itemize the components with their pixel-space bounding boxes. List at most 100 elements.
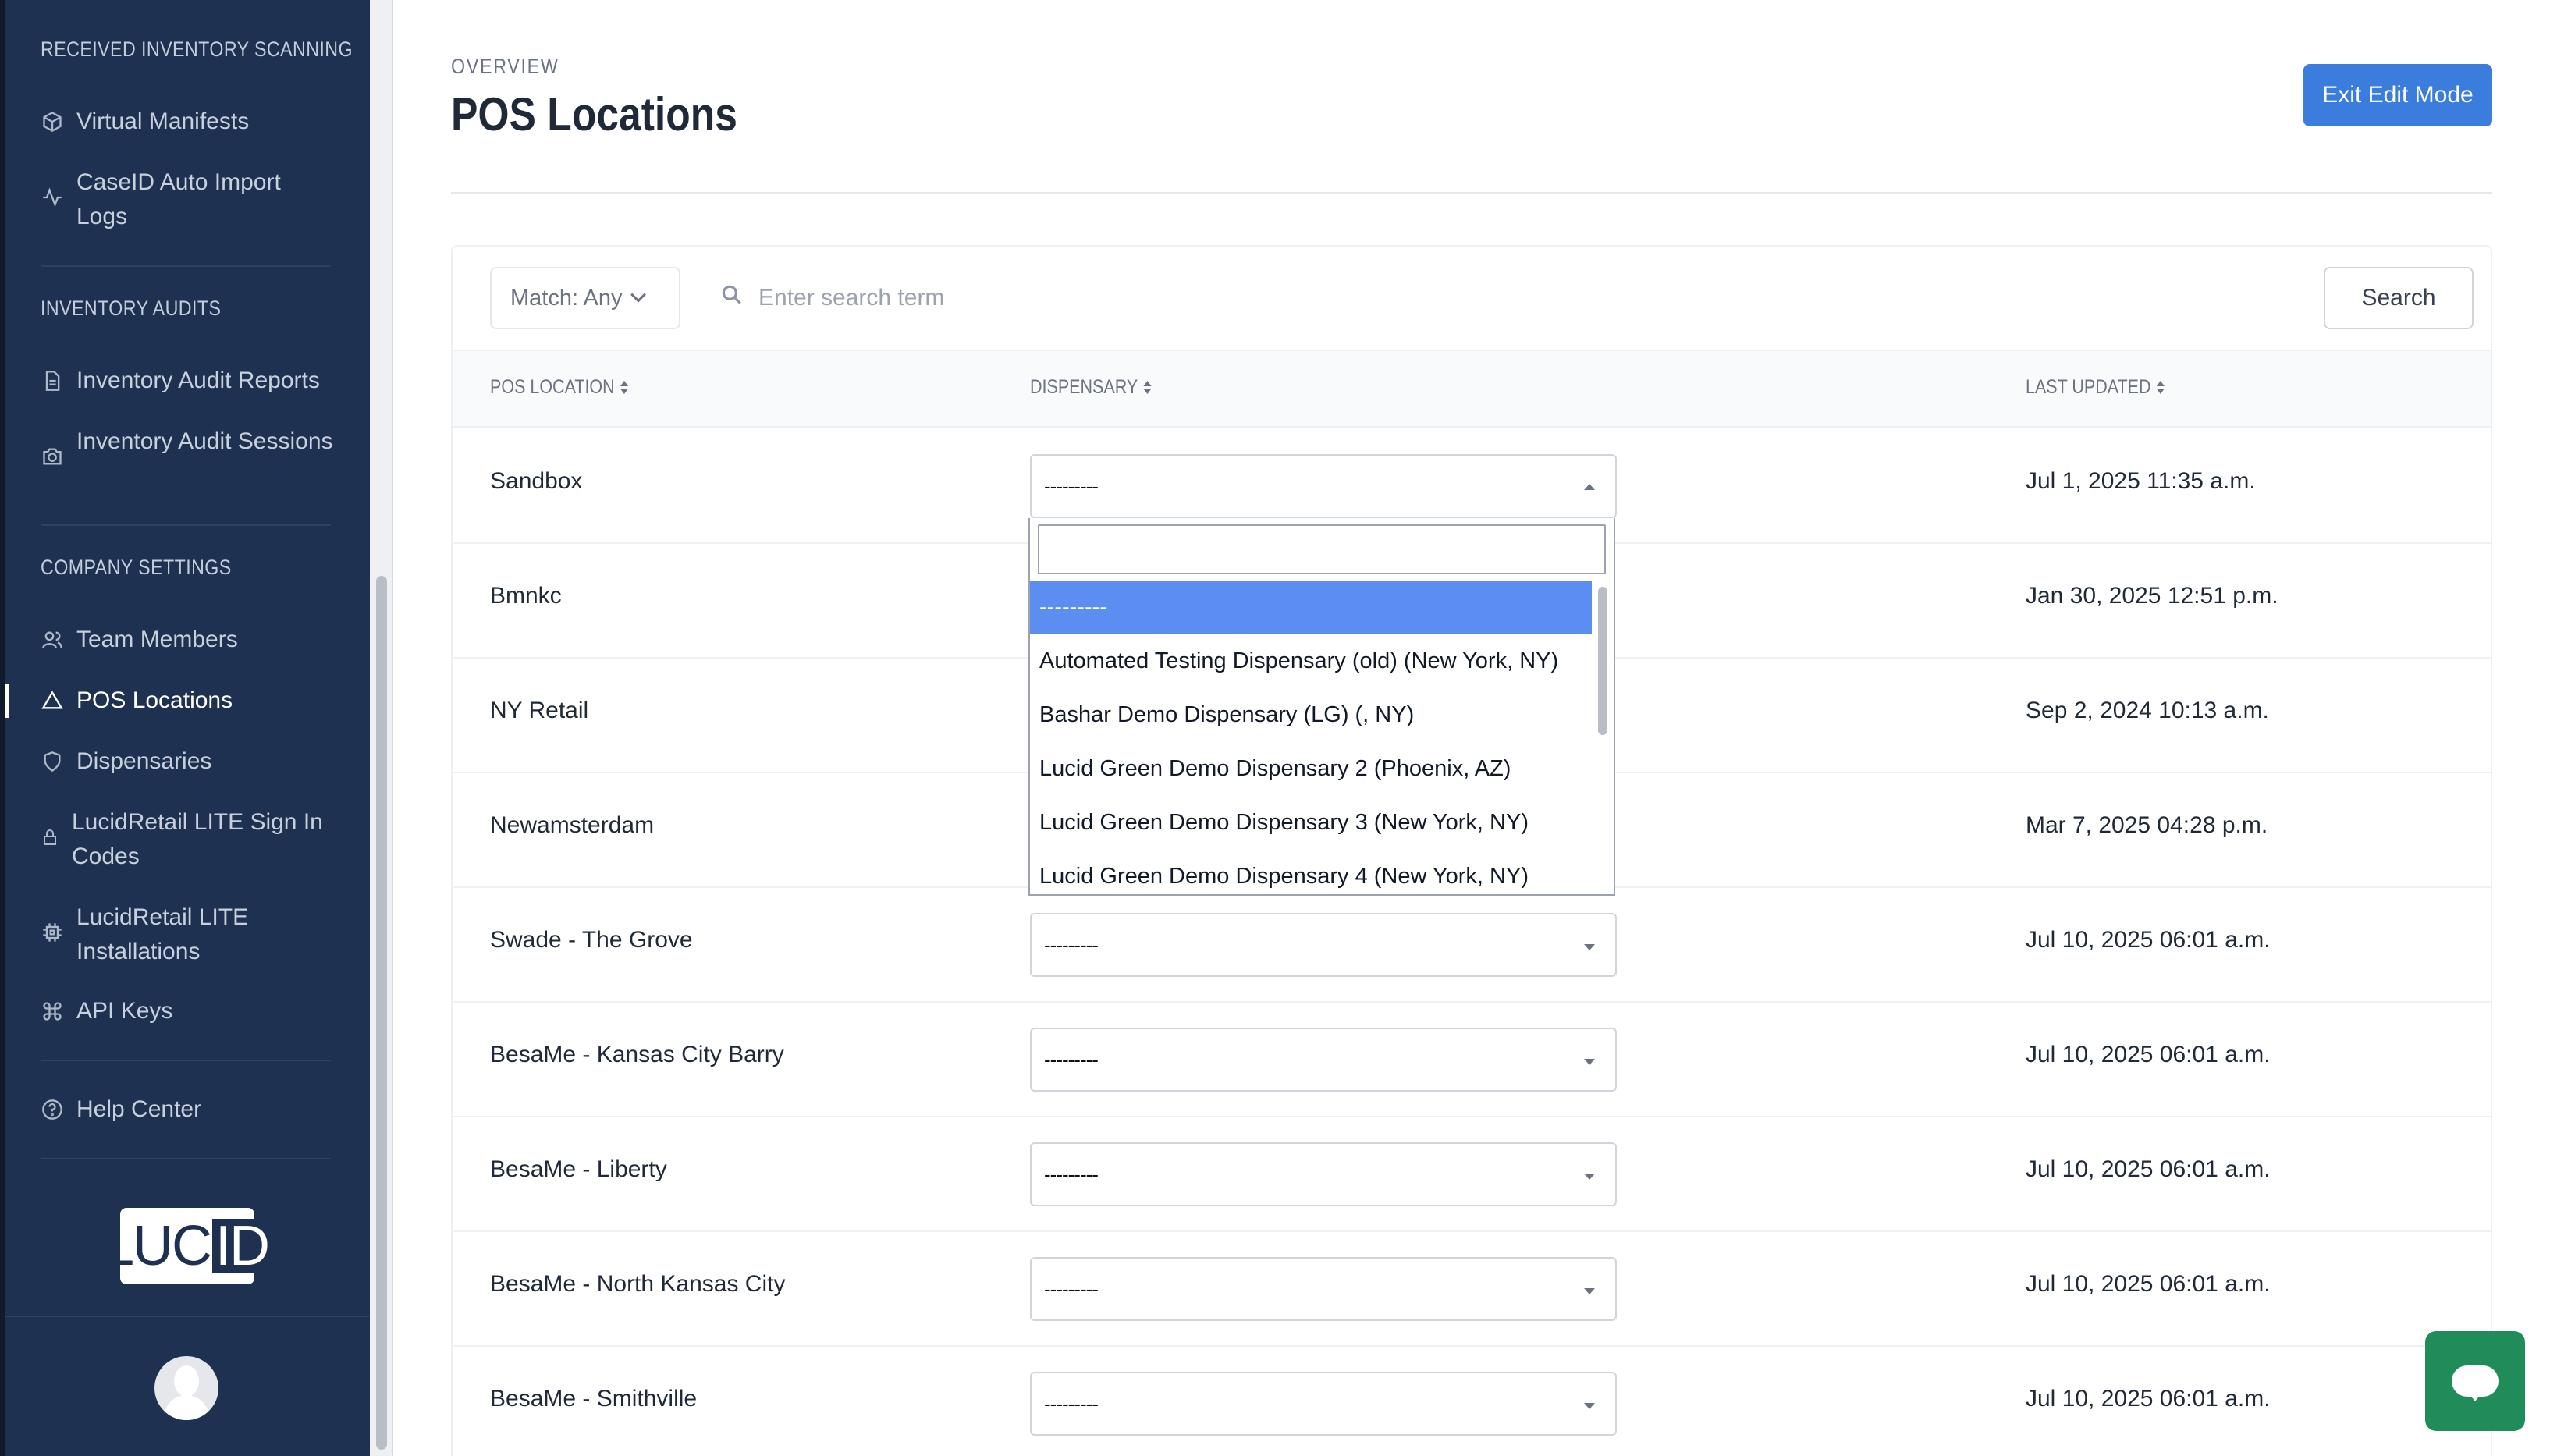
page-overline: OVERVIEW (451, 55, 559, 78)
column-header-dispensary[interactable]: DISPENSARY (1030, 376, 1152, 399)
dispensary-select[interactable]: --------- (1030, 913, 1617, 977)
active-indicator (5, 684, 9, 718)
sidebar-item-audit-sessions[interactable]: Inventory Audit Sessions (41, 424, 337, 468)
sidebar-item-lite-sign-in-codes[interactable]: LucidRetail LITE Sign In Codes (41, 805, 337, 874)
help-circle-icon (41, 1098, 64, 1121)
search-icon (719, 282, 744, 307)
dropdown-option[interactable]: Lucid Green Demo Dispensary 4 (New York,… (1030, 850, 1592, 894)
page-title: POS Locations (451, 88, 738, 140)
select-value: --------- (1044, 933, 1099, 957)
dropdown-search-input[interactable] (1038, 524, 1606, 574)
dropdown-option[interactable]: Bashar Demo Dispensary (LG) (, NY) (1030, 688, 1592, 742)
last-updated: Mar 7, 2025 04:28 p.m. (2026, 812, 2268, 838)
sidebar-divider (41, 265, 331, 267)
box-icon (41, 110, 64, 133)
avatar-head (174, 1365, 199, 1397)
dispensary-select[interactable]: --------- (1030, 1028, 1617, 1092)
sidebar-item-lite-installations[interactable]: LucidRetail LITE Installations (41, 900, 337, 969)
triangle-icon (41, 689, 64, 712)
table-row: BesaMe - Smithville --------- Jul 10, 20… (453, 1347, 2491, 1456)
pos-location-name: NY Retail (490, 698, 589, 723)
sidebar-item-label: CaseID Auto Import Logs (76, 169, 281, 229)
dropdown-options: --------- Automated Testing Dispensary (… (1030, 581, 1592, 894)
exit-edit-mode-button[interactable]: Exit Edit Mode (2303, 64, 2492, 126)
activity-icon (41, 186, 64, 209)
document-icon (41, 369, 64, 392)
pos-location-name: Bmnkc (490, 583, 562, 609)
sidebar-item-pos-locations[interactable]: POS Locations (41, 684, 353, 718)
dropdown-scroll-thumb[interactable] (1598, 587, 1607, 735)
dropdown-option[interactable]: Lucid Green Demo Dispensary 3 (New York,… (1030, 796, 1592, 850)
chip-icon (41, 921, 64, 944)
user-area (5, 1316, 370, 1456)
last-updated: Jul 10, 2025 06:01 a.m. (2026, 1156, 2271, 1182)
shield-icon (41, 750, 64, 773)
search-input[interactable] (758, 273, 2007, 323)
dispensary-select[interactable]: --------- (1030, 1142, 1617, 1206)
camera-icon (41, 445, 64, 468)
caret-down-icon (1584, 1174, 1595, 1180)
match-label: Match: Any (510, 285, 623, 311)
pos-location-name: Sandbox (490, 468, 583, 494)
dispensary-select[interactable]: --------- (1030, 1372, 1617, 1436)
chat-launcher-button[interactable] (2425, 1331, 2525, 1431)
avatar-body (164, 1395, 209, 1420)
table-row: BesaMe - Kansas City Barry --------- Jul… (453, 1003, 2491, 1117)
dropdown-scrollbar[interactable] (1595, 582, 1611, 893)
header-divider (451, 192, 2492, 194)
sidebar-item-team-members[interactable]: Team Members (41, 623, 353, 657)
last-updated: Jul 1, 2025 11:35 a.m. (2026, 468, 2256, 494)
section-heading-inventory-audits: INVENTORY AUDITS (41, 297, 222, 320)
dispensary-select[interactable]: --------- (1030, 1257, 1617, 1321)
logo-text: LUC (102, 1215, 212, 1277)
dropdown-option[interactable]: Automated Testing Dispensary (old) (New … (1030, 634, 1592, 688)
column-header-pos-location[interactable]: POS LOCATION (490, 376, 628, 399)
table-header: POS LOCATION DISPENSARY LAST UPDATED (453, 350, 2491, 428)
last-updated: Sep 2, 2024 10:13 a.m. (2026, 698, 2269, 723)
sidebar: RECEIVED INVENTORY SCANNING Virtual Mani… (0, 0, 370, 1456)
sidebar-scrollbar[interactable] (370, 0, 393, 1456)
sort-icon (620, 381, 628, 394)
lucid-logo[interactable]: LUC ID (103, 1208, 272, 1284)
last-updated: Jul 10, 2025 06:01 a.m. (2026, 927, 2271, 953)
last-updated: Jul 10, 2025 06:01 a.m. (2026, 1271, 2271, 1297)
search-button[interactable]: Search (2324, 267, 2474, 329)
dispensary-select[interactable]: --------- (1030, 454, 1617, 518)
sort-icon (1143, 381, 1152, 394)
sidebar-item-label: POS Locations (76, 687, 233, 713)
sidebar-item-label: Virtual Manifests (76, 108, 250, 134)
sidebar-divider (41, 1060, 331, 1061)
pos-location-name: BesaMe - Kansas City Barry (490, 1042, 784, 1067)
section-heading-received-inventory: RECEIVED INVENTORY SCANNING (41, 37, 353, 61)
caret-down-icon (1584, 1288, 1595, 1294)
sidebar-edge (0, 0, 5, 1456)
select-value: --------- (1044, 1392, 1099, 1415)
dropdown-option[interactable]: Lucid Green Demo Dispensary 2 (Phoenix, … (1030, 742, 1592, 796)
match-dropdown[interactable]: Match: Any (490, 267, 680, 329)
pos-location-name: Swade - The Grove (490, 927, 693, 953)
sidebar-item-label: Inventory Audit Reports (76, 368, 320, 393)
dispensary-dropdown-menu: --------- Automated Testing Dispensary (… (1028, 518, 1615, 896)
sidebar-item-audit-reports[interactable]: Inventory Audit Reports (41, 364, 353, 398)
sidebar-item-label: Help Center (76, 1096, 202, 1122)
pos-location-name: BesaMe - Smithville (490, 1386, 698, 1412)
sidebar-item-virtual-manifests[interactable]: Virtual Manifests (41, 105, 353, 139)
select-value: --------- (1044, 1048, 1099, 1071)
sidebar-item-dispensaries[interactable]: Dispensaries (41, 744, 353, 779)
sidebar-item-label: LucidRetail LITE Sign In Codes (72, 809, 323, 869)
sidebar-item-help-center[interactable]: Help Center (41, 1092, 353, 1127)
last-updated: Jul 10, 2025 06:01 a.m. (2026, 1386, 2271, 1412)
logo-accent: ID (212, 1218, 272, 1274)
sidebar-scroll-thumb[interactable] (376, 576, 387, 1450)
sidebar-item-api-keys[interactable]: API Keys (41, 994, 353, 1028)
command-icon (41, 1000, 64, 1023)
sidebar-item-caseid-import-logs[interactable]: CaseID Auto Import Logs (41, 165, 337, 234)
dropdown-option[interactable]: --------- (1030, 581, 1592, 634)
select-value: --------- (1044, 1277, 1099, 1301)
caret-up-icon (1584, 484, 1595, 490)
column-header-label: DISPENSARY (1030, 376, 1138, 398)
column-header-label: LAST UPDATED (2026, 376, 2151, 398)
table-row: BesaMe - North Kansas City --------- Jul… (453, 1232, 2491, 1347)
column-header-last-updated[interactable]: LAST UPDATED (2026, 376, 2165, 399)
avatar[interactable] (154, 1356, 218, 1420)
